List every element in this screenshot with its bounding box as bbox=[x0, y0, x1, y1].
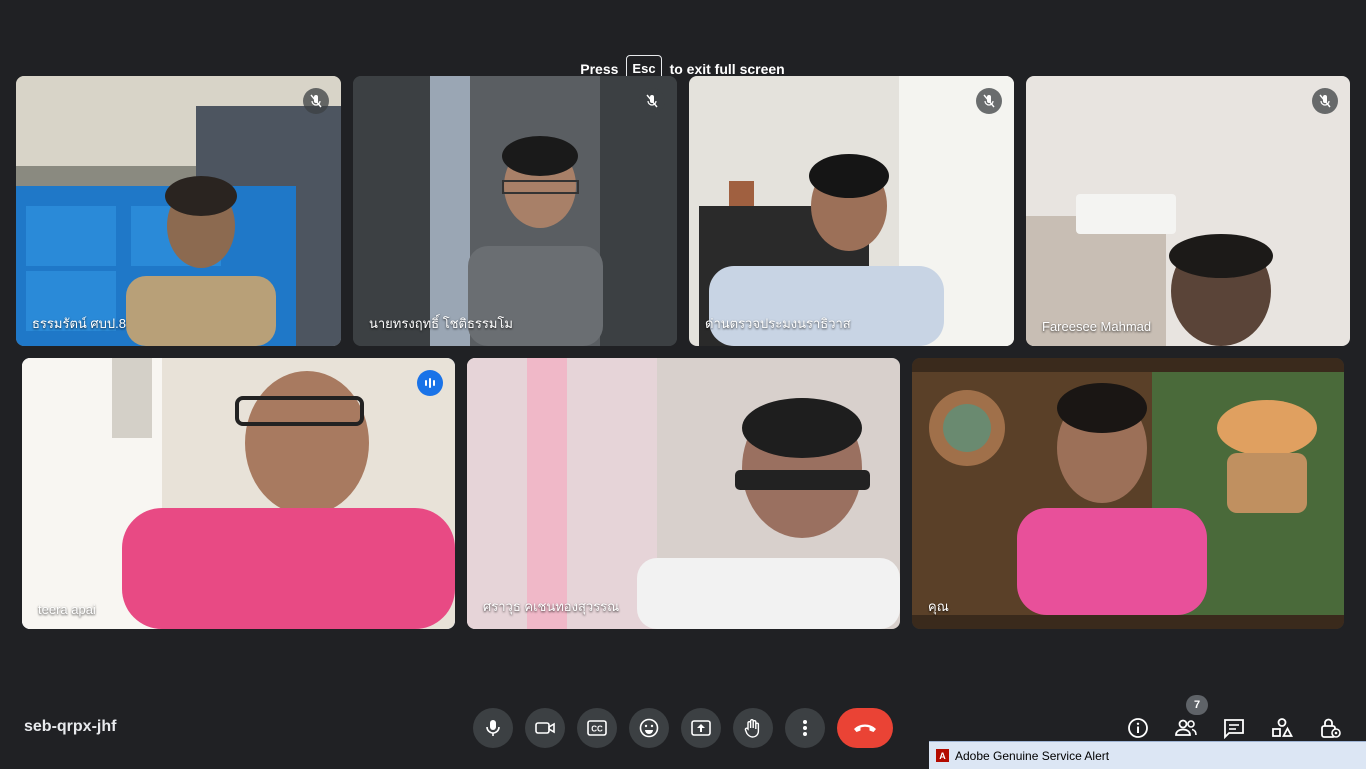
raise-hand-button[interactable] bbox=[733, 708, 773, 748]
captions-icon: CC bbox=[587, 720, 607, 736]
participant-tile-3[interactable]: ด่านตรวจประมงนราธิวาส bbox=[689, 76, 1014, 346]
end-call-icon bbox=[854, 724, 876, 732]
participant-name: นายทรงฤทธิ์ โชติธรรมโม bbox=[369, 316, 513, 331]
meeting-info-button[interactable] bbox=[1124, 714, 1152, 742]
participant-name: ศราวุธ คเชนทองสุวรรณ bbox=[483, 599, 620, 614]
participant-name: คุณ bbox=[928, 599, 949, 614]
emoji-button[interactable] bbox=[629, 708, 669, 748]
host-controls-button[interactable] bbox=[1316, 714, 1344, 742]
participant-tile-self[interactable]: คุณ bbox=[912, 358, 1344, 629]
adobe-logo-icon: A bbox=[936, 749, 949, 762]
video-feed bbox=[467, 358, 900, 629]
end-call-button[interactable] bbox=[837, 708, 893, 748]
present-button[interactable] bbox=[681, 708, 721, 748]
participant-name: ด่านตรวจประมงนราธิวาส bbox=[705, 316, 851, 331]
video-feed bbox=[22, 358, 455, 629]
participant-name: Fareesee Mahmad bbox=[1042, 319, 1152, 334]
banner-press-text: Press bbox=[580, 60, 619, 77]
participant-tile-6[interactable]: ศราวุธ คเชนทองสุวรรณ bbox=[467, 358, 900, 629]
mic-off-icon bbox=[303, 88, 329, 114]
mic-off-icon bbox=[976, 88, 1002, 114]
svg-text:CC: CC bbox=[591, 725, 603, 734]
speaking-indicator-icon bbox=[417, 370, 443, 396]
emoji-icon bbox=[639, 718, 659, 738]
adobe-alert-title: Adobe Genuine Service Alert bbox=[955, 748, 1110, 763]
video-feed bbox=[1026, 76, 1350, 346]
chat-icon bbox=[1224, 719, 1244, 739]
banner-suffix-text: to exit full screen bbox=[669, 60, 785, 77]
video-feed bbox=[353, 76, 677, 346]
captions-button[interactable]: CC bbox=[577, 708, 617, 748]
mic-off-icon bbox=[1312, 88, 1338, 114]
mic-off-icon bbox=[639, 88, 665, 114]
participant-tile-5[interactable]: teera apai bbox=[22, 358, 455, 629]
people-count-badge: 7 bbox=[1186, 695, 1208, 715]
people-icon bbox=[1175, 719, 1197, 736]
activities-button[interactable] bbox=[1268, 714, 1296, 742]
raise-hand-icon bbox=[744, 719, 760, 738]
participant-tile-1[interactable]: ธรรมรัตน์ ศบป.8 bbox=[16, 76, 341, 346]
meeting-code: seb-qrpx-jhf bbox=[24, 718, 117, 735]
host-controls-icon bbox=[1321, 718, 1341, 738]
participant-tile-2[interactable]: นายทรงฤทธิ์ โชติธรรมโม bbox=[353, 76, 677, 346]
camera-icon bbox=[535, 722, 555, 734]
camera-button[interactable] bbox=[525, 708, 565, 748]
video-feed bbox=[689, 76, 1014, 346]
more-options-icon bbox=[803, 720, 807, 736]
participant-name: ธรรมรัตน์ ศบป.8 bbox=[32, 316, 126, 331]
microphone-icon bbox=[486, 720, 500, 736]
more-options-button[interactable] bbox=[785, 708, 825, 748]
activities-icon bbox=[1272, 718, 1293, 737]
participant-name: teera apai bbox=[38, 602, 96, 617]
participant-tile-4[interactable]: Fareesee Mahmad bbox=[1026, 76, 1350, 346]
info-icon bbox=[1128, 718, 1148, 738]
microphone-button[interactable] bbox=[473, 708, 513, 748]
chat-button[interactable] bbox=[1220, 714, 1248, 742]
people-button[interactable] bbox=[1172, 714, 1200, 742]
adobe-alert-taskbar-item[interactable]: A Adobe Genuine Service Alert bbox=[929, 741, 1366, 769]
present-icon bbox=[691, 720, 711, 736]
video-feed bbox=[912, 358, 1344, 629]
video-feed bbox=[16, 76, 341, 346]
